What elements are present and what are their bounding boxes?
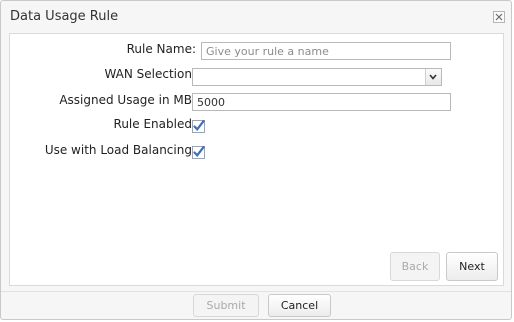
dialog-titlebar: Data Usage Rule [1,1,511,31]
load-balancing-label: Use with Load Balancing: [44,143,196,157]
assigned-usage-input[interactable] [192,93,451,111]
form-panel: Rule Name: WAN Selection: Assigned Usage… [9,33,504,286]
rule-name-label: Rule Name: [126,42,196,56]
submit-button[interactable]: Submit [193,294,259,317]
wan-selection-dropdown[interactable] [192,68,442,86]
data-usage-rule-dialog: Data Usage Rule Rule Name: WAN Selection… [0,0,512,320]
wan-selection-label: WAN Selection: [104,67,196,81]
back-button[interactable]: Back [390,252,440,281]
chevron-down-icon[interactable] [425,69,441,85]
rule-enabled-checkbox[interactable] [192,118,205,133]
dialog-title: Data Usage Rule [10,9,119,24]
checkmark-icon [192,120,205,133]
close-icon[interactable] [493,11,505,23]
rule-name-input[interactable] [201,42,451,60]
next-button[interactable]: Next [446,252,498,281]
checkmark-icon [192,146,205,159]
cancel-button[interactable]: Cancel [268,294,331,317]
rule-enabled-label: Rule Enabled: [113,117,196,131]
footer-divider [1,291,511,292]
assigned-usage-label: Assigned Usage in MB: [59,93,196,107]
load-balancing-checkbox[interactable] [192,144,205,159]
